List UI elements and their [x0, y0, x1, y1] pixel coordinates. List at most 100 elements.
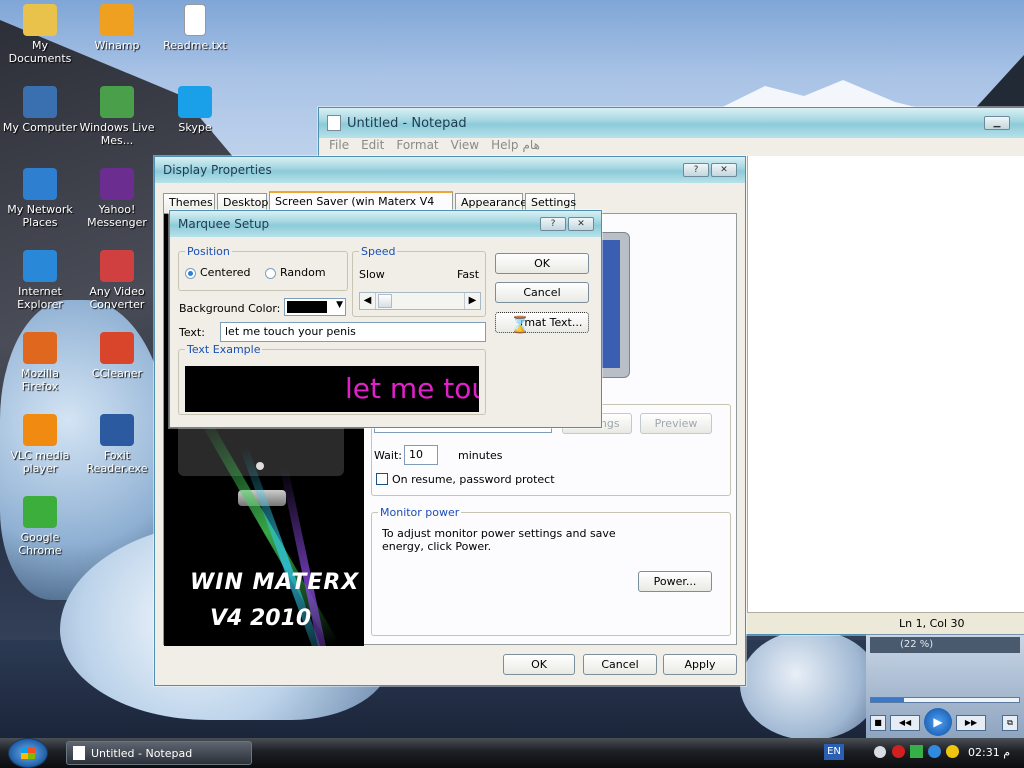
random-radio[interactable]: Random [265, 266, 326, 279]
desktop-icon[interactable]: Internet Explorer [2, 250, 78, 311]
display-properties-title: Display Properties [163, 163, 272, 177]
color-swatch [287, 301, 327, 313]
wait-input[interactable]: 10 [404, 445, 438, 465]
tray-clock[interactable]: 02:31 م [968, 746, 1010, 759]
foxit-icon [100, 414, 134, 446]
notepad-icon [73, 746, 85, 760]
marquee-cancel-button[interactable]: Cancel [495, 282, 589, 303]
desktop-icon[interactable]: My Computer [2, 86, 78, 134]
start-button[interactable] [8, 738, 48, 768]
desktop-icon-label: Winamp [94, 39, 140, 52]
skype-icon [178, 86, 212, 118]
tray-messenger-icon[interactable] [928, 745, 941, 758]
desktop-icon-label: My Documents [8, 39, 72, 65]
desktop-icon[interactable]: Skype [157, 86, 233, 134]
desktop-icon[interactable]: Foxit Reader.exe [79, 414, 155, 475]
text-example-preview: let me tou [185, 366, 479, 412]
chrome-icon [23, 496, 57, 528]
desktop-icon[interactable]: Mozilla Firefox [2, 332, 78, 393]
background-color-label: Background Color: [179, 302, 281, 315]
taskbar-button-notepad[interactable]: Untitled - Notepad [66, 741, 252, 765]
media-player-mini: (22 %) ■ ◀◀ ▶ ▶▶ ⧉ [866, 634, 1024, 738]
notepad-statusbar: Ln 1, Col 30 [747, 612, 1024, 634]
password-checkbox[interactable] [376, 473, 388, 485]
desktop-icon[interactable]: My Documents [2, 4, 78, 65]
speed-group: Speed Slow Fast ◀ ▶ [352, 245, 486, 317]
stop-button[interactable]: ■ [870, 715, 886, 731]
apple-logo-icon [256, 462, 264, 470]
marquee-titlebar[interactable]: Marquee Setup ? ✕ [170, 211, 601, 237]
notepad-icon [327, 115, 341, 131]
tray-network-icon[interactable] [910, 745, 923, 758]
menu-help[interactable]: Help [491, 138, 518, 156]
tray-icon-1[interactable] [874, 746, 886, 758]
notepad-text-area[interactable] [747, 156, 1024, 612]
media-progress-text: (22 %) [870, 637, 1020, 653]
marquee-ok-button[interactable]: OK [495, 253, 589, 274]
background-color-picker[interactable]: ▼ [284, 298, 346, 316]
play-button[interactable]: ▶ [924, 708, 952, 736]
yahoo-icon [100, 168, 134, 200]
desktop-icon[interactable]: Yahoo! Messenger [79, 168, 155, 229]
desktop-icon[interactable]: Winamp [79, 4, 155, 52]
ie-icon [23, 250, 57, 282]
preview-button[interactable]: Preview [640, 413, 712, 434]
marquee-setup-window[interactable]: Marquee Setup ? ✕ Position Centered Rand… [169, 210, 602, 428]
display-cancel-button[interactable]: Cancel [583, 654, 657, 675]
desktop-icon[interactable]: Readme.txt [157, 4, 233, 52]
tray-security-icon[interactable] [892, 745, 905, 758]
slider-left-icon[interactable]: ◀ [360, 293, 376, 309]
desktop-icon[interactable]: Google Chrome [2, 496, 78, 557]
menu-format[interactable]: Format [396, 138, 438, 156]
next-button[interactable]: ▶▶ [956, 715, 986, 731]
menu-edit[interactable]: Edit [361, 138, 384, 156]
preview-logo-line2: V4 2010 [210, 606, 312, 631]
menu-arabic[interactable]: هام [522, 138, 539, 156]
centered-radio[interactable]: Centered [185, 266, 251, 279]
desktop-icon-label: Yahoo! Messenger [87, 203, 147, 229]
desktop-icon-label: My Computer [2, 121, 78, 134]
computer-icon [23, 86, 57, 118]
language-indicator[interactable]: EN [824, 744, 844, 760]
media-seek-bar[interactable] [870, 697, 1020, 703]
notepad-titlebar[interactable]: Untitled - Notepad ▁ [319, 108, 1024, 138]
desktop-icon[interactable]: VLC media player [2, 414, 78, 475]
position-label: Position [185, 245, 232, 258]
monitor-power-label: Monitor power [378, 506, 462, 519]
marquee-close-button[interactable]: ✕ [568, 217, 594, 231]
close-button[interactable]: ✕ [711, 163, 737, 177]
position-group: Position Centered Random [178, 245, 348, 291]
slider-thumb[interactable] [378, 294, 392, 308]
notepad-menubar: File Edit Format View Help هام [319, 138, 1024, 156]
menu-view[interactable]: View [451, 138, 479, 156]
apply-button[interactable]: Apply [663, 654, 737, 675]
desktop-icon-label: Skype [178, 121, 212, 134]
monitor-power-group: Monitor power To adjust monitor power se… [371, 506, 731, 636]
desktop-icon-label: VLC media player [10, 449, 70, 475]
previous-button[interactable]: ◀◀ [890, 715, 920, 731]
desktop-icon[interactable]: CCleaner [79, 332, 155, 380]
power-button[interactable]: Power... [638, 571, 712, 592]
desktop-icon[interactable]: Windows Live Mes... [79, 86, 155, 147]
display-ok-button[interactable]: OK [503, 654, 575, 675]
restore-button[interactable]: ⧉ [1002, 715, 1018, 731]
speed-slider[interactable]: ◀ ▶ [359, 292, 481, 310]
desktop-icon-label: Mozilla Firefox [21, 367, 59, 393]
radio-unchecked-icon [265, 267, 276, 279]
media-seek-fill [871, 698, 904, 702]
slow-label: Slow [359, 268, 385, 281]
marquee-help-button[interactable]: ? [540, 217, 566, 231]
desktop-icon[interactable]: Any Video Converter [79, 250, 155, 311]
fast-label: Fast [457, 268, 480, 281]
slider-right-icon[interactable]: ▶ [464, 293, 480, 309]
desktop-icon-label: CCleaner [91, 367, 143, 380]
desktop-icon[interactable]: My Network Places [2, 168, 78, 229]
help-button[interactable]: ? [683, 163, 709, 177]
display-properties-titlebar[interactable]: Display Properties ? ✕ [155, 157, 745, 183]
winamp-icon [100, 4, 134, 36]
minimize-button[interactable]: ▁ [984, 116, 1010, 130]
text-file-icon [184, 4, 206, 36]
marquee-text-input[interactable]: let me touch your penis [220, 322, 486, 342]
menu-file[interactable]: File [329, 138, 349, 156]
tray-yahoo-icon[interactable] [946, 745, 959, 758]
